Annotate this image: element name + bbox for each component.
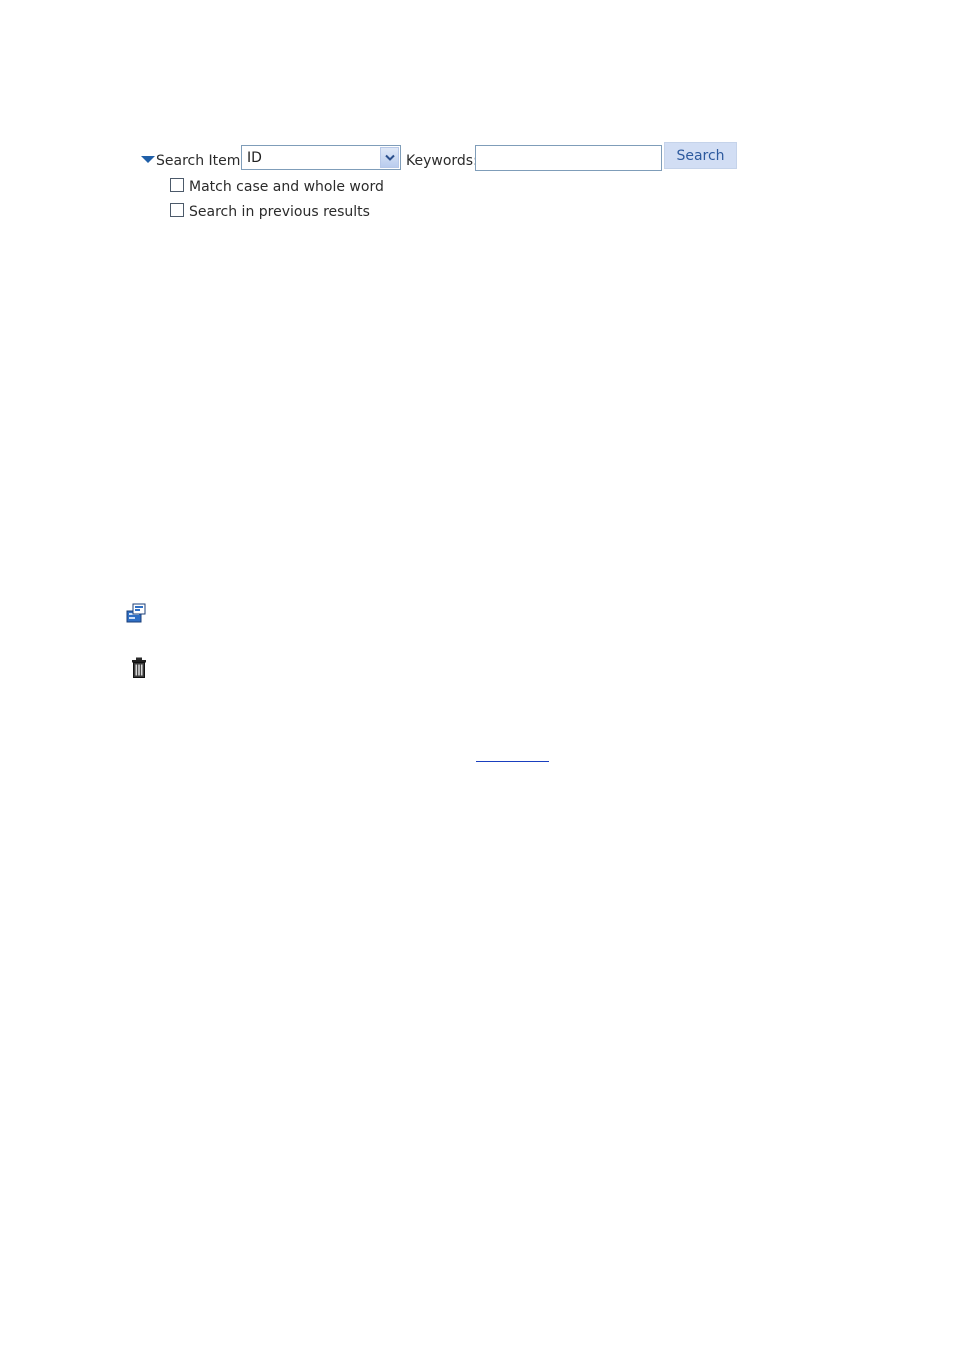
search-item-label: Search Item: bbox=[156, 153, 246, 169]
hyperlink-underline[interactable] bbox=[476, 761, 549, 762]
search-panel: Search Item: ID Keywords: Search Match c… bbox=[0, 0, 954, 240]
trash-icon bbox=[131, 657, 149, 683]
search-previous-checkbox[interactable] bbox=[170, 203, 184, 217]
properties-icon bbox=[126, 602, 148, 628]
search-item-select[interactable]: ID bbox=[241, 145, 401, 170]
search-previous-label: Search in previous results bbox=[189, 204, 370, 220]
match-case-label: Match case and whole word bbox=[189, 179, 384, 195]
collapse-toggle-icon[interactable] bbox=[141, 156, 155, 163]
match-case-checkbox[interactable] bbox=[170, 178, 184, 192]
search-item-selected-value: ID bbox=[247, 150, 262, 166]
keywords-input[interactable] bbox=[475, 145, 662, 171]
dropdown-arrow-button[interactable] bbox=[380, 147, 399, 168]
keywords-label: Keywords: bbox=[406, 153, 478, 169]
search-button[interactable]: Search bbox=[664, 142, 737, 169]
chevron-down-icon bbox=[385, 154, 395, 161]
